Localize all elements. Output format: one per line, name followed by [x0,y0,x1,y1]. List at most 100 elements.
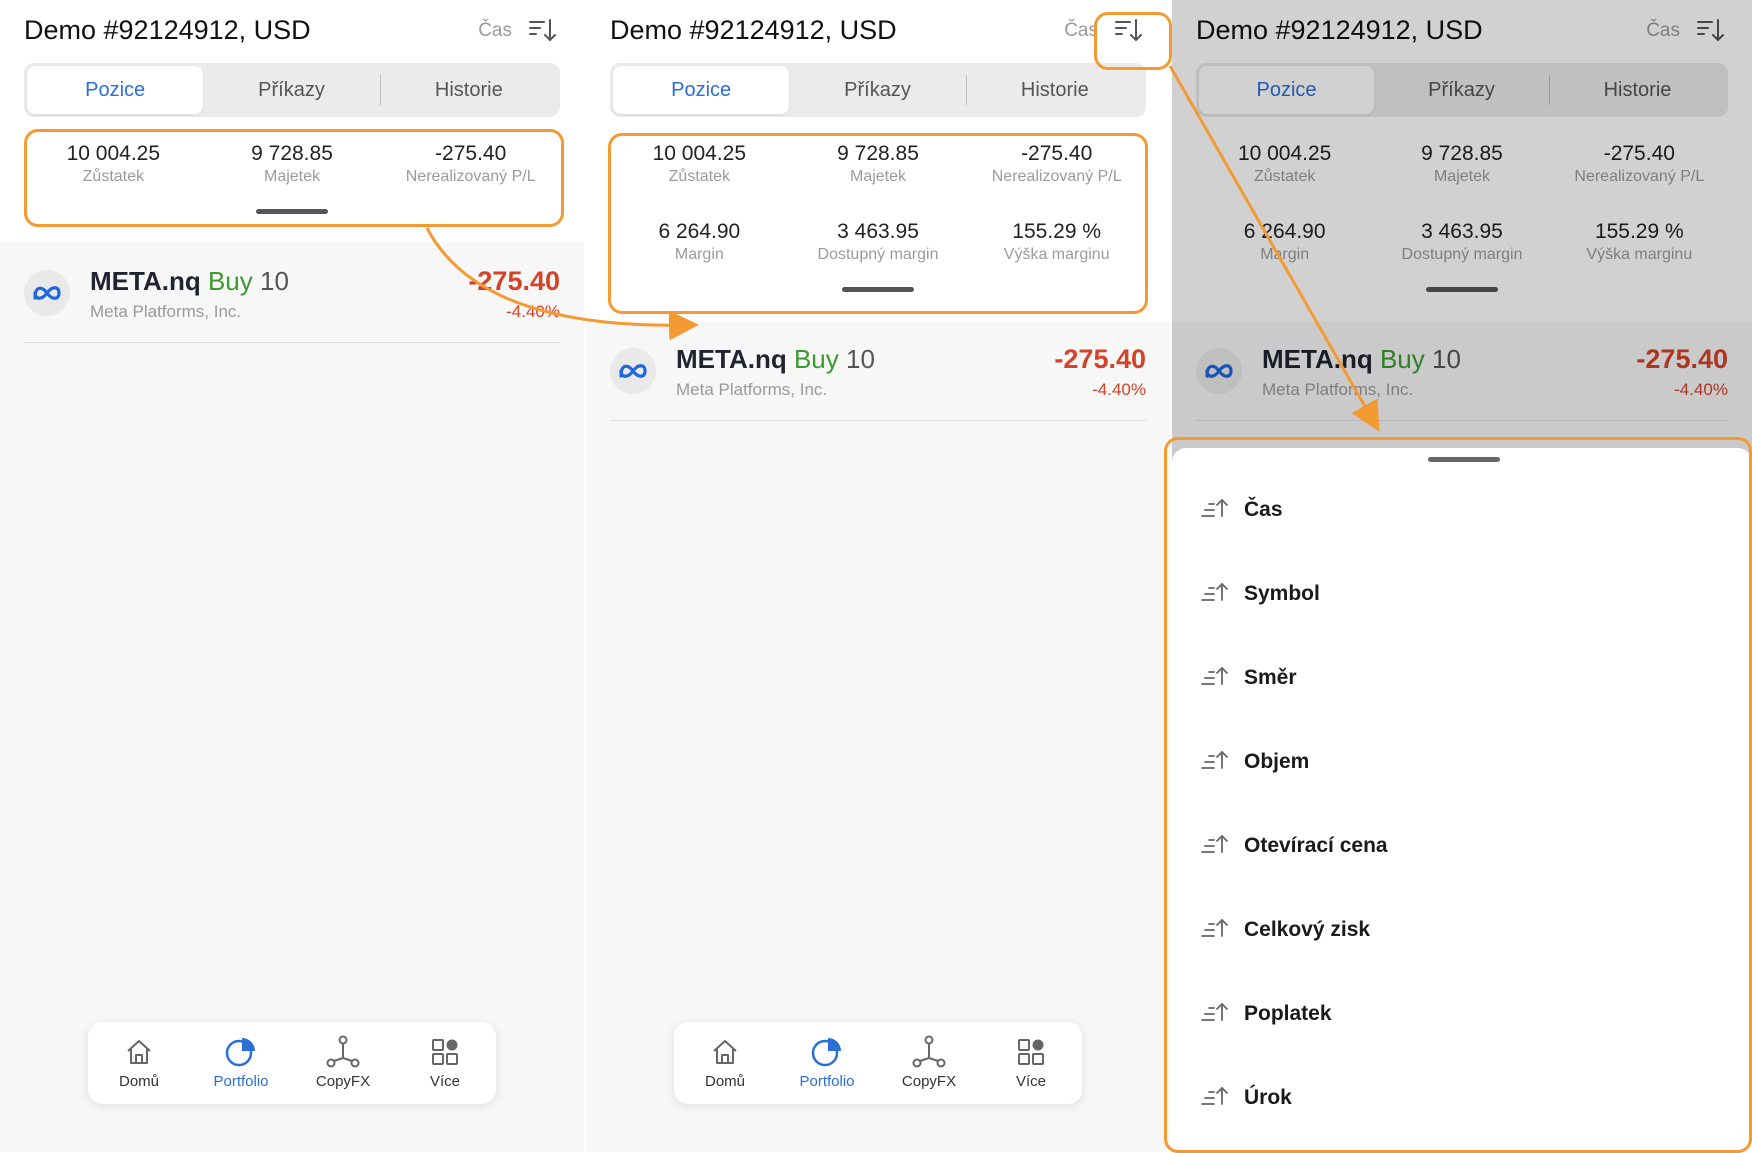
tab-history[interactable]: Historie [381,66,557,114]
nav-portfolio-label: Portfolio [799,1073,855,1090]
account-header: Demo #92124912, USD Čas [24,10,560,50]
stat-unrealized-pl: -275.40 Nerealizovaný P/L [967,131,1146,209]
margin-level-label: Výška marginu [1003,246,1110,263]
position-row[interactable]: META.nq Buy 10 Meta Platforms, Inc. -275… [610,320,1146,421]
nav-home[interactable]: Domů [88,1022,190,1104]
nav-more[interactable]: Více [980,1022,1082,1104]
nav-copyfx[interactable]: CopyFX [878,1022,980,1104]
nav-home-label: Domů [704,1073,745,1090]
sort-ascending-icon [1200,1084,1230,1113]
sort-option[interactable]: Symbol [1200,574,1320,614]
tab-history[interactable]: Historie [967,66,1143,114]
free-margin-label: Dostupný margin [817,246,939,263]
account-stats-collapsed[interactable]: 10 004.25 Zůstatek 9 728.85 Majetek -275… [24,131,560,214]
portfolio-icon [225,1038,255,1067]
position-pl-percent: -4.40% [506,302,560,321]
unrealized-pl-value: -275.40 [435,142,507,165]
sort-ascending-icon [1200,832,1230,861]
sort-option-label: Symbol [1244,582,1320,605]
nav-portfolio[interactable]: Portfolio [776,1022,878,1104]
stat-balance: 10 004.25 Zůstatek [24,131,203,209]
sort-option-label: Směr [1244,666,1297,689]
tab-positions[interactable]: Pozice [27,66,204,114]
margin-level-value: 155.29 % [1012,220,1102,243]
sort-option[interactable]: Poplatek [1200,994,1332,1034]
sort-option[interactable]: Úrok [1200,1078,1292,1118]
position-title: META.nq Buy 10 [90,266,289,297]
sort-option[interactable]: Čas [1200,490,1283,530]
tab-orders[interactable]: Příkazy [203,66,379,114]
stat-equity: 9 728.85 Majetek [789,131,968,209]
nav-more[interactable]: Více [394,1022,496,1104]
position-side: Buy [207,266,253,296]
portfolio-tabs: Pozice Příkazy Historie [610,63,1146,117]
equity-label: Majetek [849,168,907,185]
nav-home[interactable]: Domů [674,1022,776,1104]
nav-home-label: Domů [118,1073,159,1090]
position-title: META.nq Buy 10 [676,344,875,375]
home-icon [713,1040,737,1064]
sort-option[interactable]: Otevírací cena [1200,826,1388,866]
screen-expanded: Demo #92124912, USD Čas Pozice Příkazy H… [586,0,1170,1152]
stat-equity: 9 728.85 Majetek [203,131,382,209]
bottom-navigation: Domů Portfolio CopyFX Více [674,1022,1082,1104]
stat-free-margin: 3 463.95 Dostupný margin [789,209,968,287]
portfolio-icon [811,1038,841,1067]
position-volume: 10 [846,344,875,374]
unrealized-pl-label: Nerealizovaný P/L [991,168,1122,185]
position-volume: 10 [260,266,289,296]
sort-ascending-icon [1200,580,1230,609]
nav-portfolio-label: Portfolio [213,1073,269,1090]
position-row[interactable]: META.nq Buy 10 Meta Platforms, Inc. -275… [24,242,560,343]
balance-value: 10 004.25 [652,142,747,165]
sort-option-label: Celkový zisk [1244,918,1371,941]
sort-label[interactable]: Čas [1064,20,1098,42]
sort-option-label: Poplatek [1244,1002,1332,1025]
nav-more-label: Více [1015,1073,1046,1090]
sort-option-label: Objem [1244,750,1310,773]
sort-button[interactable] [1110,12,1146,48]
screen-collapsed: Demo #92124912, USD Čas Pozice Příkazy H… [0,0,584,1152]
home-icon [127,1040,151,1064]
account-title: Demo #92124912, USD [610,15,897,45]
bottom-navigation: Domů Portfolio CopyFX Více [88,1022,496,1104]
position-symbol: META.nq [676,344,787,374]
meta-logo-icon [24,270,70,316]
position-symbol: META.nq [90,266,201,296]
free-margin-value: 3 463.95 [837,220,919,243]
nav-copyfx-label: CopyFX [315,1073,371,1090]
tab-orders[interactable]: Příkazy [789,66,965,114]
nav-portfolio[interactable]: Portfolio [190,1022,292,1104]
position-pl: -275.40 [468,266,560,296]
sort-button[interactable] [524,12,560,48]
sheet-handle[interactable] [1428,457,1500,462]
meta-logo-icon [610,348,656,394]
unrealized-pl-label: Nerealizovaný P/L [405,168,536,185]
sort-ascending-icon [1200,1000,1230,1029]
more-icon [1018,1039,1044,1065]
stat-unrealized-pl: -275.40 Nerealizovaný P/L [381,131,560,209]
equity-value: 9 728.85 [251,142,333,165]
expand-handle[interactable] [256,209,328,214]
stat-margin-level: 155.29 % Výška marginu [967,209,1146,287]
unrealized-pl-value: -275.40 [1021,142,1093,165]
account-title: Demo #92124912, USD [24,15,311,45]
margin-label: Margin [674,246,724,263]
equity-label: Majetek [263,168,321,185]
sort-option[interactable]: Celkový zisk [1200,910,1370,950]
collapse-handle[interactable] [842,287,914,292]
nav-more-label: Více [429,1073,460,1090]
nav-copyfx-label: CopyFX [901,1073,957,1090]
tab-positions[interactable]: Pozice [613,66,790,114]
nav-copyfx[interactable]: CopyFX [292,1022,394,1104]
position-pl-percent: -4.40% [1092,380,1146,399]
portfolio-tabs: Pozice Příkazy Historie [24,63,560,117]
position-pl: -275.40 [1054,344,1146,374]
sort-option[interactable]: Směr [1200,658,1297,698]
sort-option[interactable]: Objem [1200,742,1309,782]
sort-icon [529,19,556,42]
sort-ascending-icon [1200,664,1230,693]
position-side: Buy [793,344,839,374]
sort-label[interactable]: Čas [478,20,512,42]
account-stats-expanded[interactable]: 10 004.25 Zůstatek 9 728.85 Majetek -275… [610,131,1146,292]
